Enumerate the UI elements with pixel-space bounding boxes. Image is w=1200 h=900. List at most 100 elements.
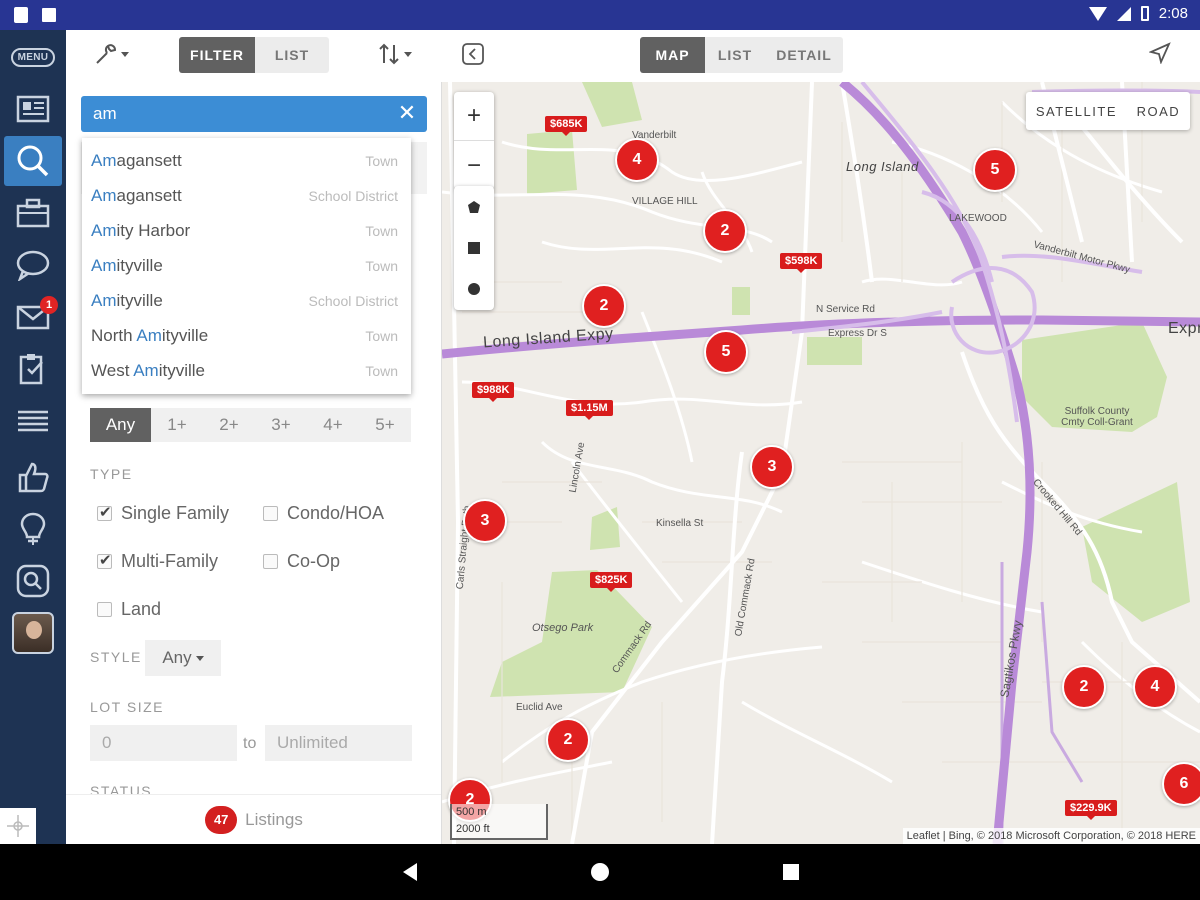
map-label: Otsego Park — [532, 622, 594, 634]
draw-polygon-button[interactable] — [454, 186, 494, 227]
view-toggle: MAP LIST DETAIL — [640, 37, 843, 73]
price-marker[interactable]: $825K — [590, 572, 633, 592]
draw-circle-button[interactable] — [454, 268, 494, 309]
nav-saved-search[interactable] — [4, 556, 62, 606]
satellite-button[interactable]: SATELLITE — [1036, 104, 1117, 119]
cluster-marker[interactable]: 5 — [704, 330, 748, 374]
style-dropdown[interactable]: Any — [145, 640, 221, 676]
briefcase-icon — [16, 198, 50, 228]
beds-option[interactable]: 1+ — [151, 408, 203, 442]
type-co-op[interactable]: Co-Op — [263, 551, 340, 572]
nav-documents[interactable] — [4, 344, 62, 394]
map-label: LAKEWOOD — [949, 213, 1007, 224]
cluster-marker[interactable]: 2 — [1062, 665, 1106, 709]
dashboard-icon — [16, 95, 50, 123]
cluster-marker[interactable]: 4 — [1133, 665, 1177, 709]
map-view[interactable]: Long Island Expy Expre Long Island Otseg… — [442, 82, 1200, 844]
suggestion-item[interactable]: Amity Harbor Town — [82, 212, 411, 247]
cluster-marker[interactable]: 2 — [703, 209, 747, 253]
beds-option[interactable]: Any — [90, 408, 151, 442]
zoom-in-button[interactable]: + — [454, 92, 494, 141]
recents-icon[interactable] — [781, 862, 801, 882]
compass-button[interactable] — [0, 808, 36, 844]
cluster-marker[interactable]: 2 — [546, 718, 590, 762]
nav-list[interactable] — [4, 396, 62, 446]
collapse-left-icon — [462, 43, 484, 65]
nav-dashboard[interactable] — [4, 84, 62, 134]
lot-max-field[interactable]: Unlimited — [265, 725, 412, 761]
suggestion-item[interactable]: Amityville Town — [82, 247, 411, 282]
nav-messages[interactable]: 1 — [4, 292, 62, 342]
price-marker[interactable]: $598K — [780, 253, 823, 273]
suggestion-item[interactable]: Amagansett Town — [82, 142, 411, 177]
lot-size-heading: LOT SIZE — [90, 699, 164, 715]
beds-option[interactable]: 5+ — [359, 408, 411, 442]
suggestion-item[interactable]: Amagansett School District — [82, 177, 411, 212]
nav-chat[interactable] — [4, 240, 62, 290]
suggestion-item[interactable]: North Amityville Town — [82, 317, 411, 352]
list-tab[interactable]: LIST — [255, 37, 329, 73]
type-multi-family[interactable]: Multi-Family — [97, 551, 218, 572]
cluster-marker[interactable]: 2 — [582, 284, 626, 328]
price-marker[interactable]: $229.9K — [1065, 800, 1117, 820]
tools-button[interactable] — [94, 42, 129, 66]
home-icon[interactable] — [590, 862, 610, 882]
price-marker[interactable]: $988K — [472, 382, 515, 402]
cluster-marker[interactable]: 6 — [1162, 762, 1200, 806]
draw-rectangle-button[interactable] — [454, 227, 494, 268]
type-single-family[interactable]: Single Family — [97, 503, 229, 524]
suggestion-kind: School District — [308, 188, 398, 204]
checkbox[interactable] — [97, 551, 112, 569]
suggestion-kind: School District — [308, 293, 398, 309]
checkbox[interactable] — [97, 602, 112, 617]
list-icon — [18, 410, 48, 432]
view-list-tab[interactable]: LIST — [705, 37, 765, 73]
locate-button[interactable] — [1149, 42, 1171, 64]
back-icon[interactable] — [400, 862, 420, 882]
nav-ideas[interactable] — [4, 504, 62, 554]
filter-tab[interactable]: FILTER — [179, 37, 255, 73]
avatar — [12, 612, 54, 654]
price-marker[interactable]: $1.15M — [566, 400, 613, 420]
collapse-panel-button[interactable] — [461, 42, 485, 66]
nav-favorites[interactable] — [4, 452, 62, 502]
cluster-marker[interactable]: 4 — [615, 138, 659, 182]
nav-profile[interactable] — [4, 608, 62, 658]
checkbox[interactable] — [97, 503, 112, 521]
nav-briefcase[interactable] — [4, 188, 62, 238]
detail-tab[interactable]: DETAIL — [765, 37, 843, 73]
lot-min-field[interactable]: 0 — [90, 725, 237, 761]
location-arrow-icon — [1149, 42, 1171, 64]
suggestion-item[interactable]: Amityville School District — [82, 282, 411, 317]
menu-button[interactable]: MENU — [4, 32, 62, 82]
checkbox[interactable] — [263, 554, 278, 569]
cluster-marker[interactable]: 3 — [750, 445, 794, 489]
road-button[interactable]: ROAD — [1137, 104, 1181, 119]
sort-button[interactable] — [377, 42, 412, 66]
beds-option[interactable]: 2+ — [203, 408, 255, 442]
map-label: N Service Rd — [816, 304, 875, 315]
map-tab[interactable]: MAP — [640, 37, 705, 73]
cluster-marker[interactable]: 5 — [973, 148, 1017, 192]
map-layer-toggle: SATELLITE ROAD — [1026, 92, 1190, 130]
map-label: Kinsella St — [656, 518, 704, 529]
beds-option[interactable]: 3+ — [255, 408, 307, 442]
type-land[interactable]: Land — [97, 599, 161, 620]
checkbox[interactable] — [263, 506, 278, 521]
clock: 2:08 — [1158, 5, 1188, 22]
suggestion-kind: Town — [365, 258, 398, 274]
search-input[interactable] — [81, 96, 391, 132]
suggestion-item[interactable]: West Amityville Town — [82, 352, 411, 387]
beds-option[interactable]: 4+ — [307, 408, 359, 442]
price-marker[interactable]: $685K — [545, 116, 588, 136]
cluster-marker[interactable]: 3 — [463, 499, 507, 543]
nav-search[interactable] — [4, 136, 62, 186]
map-scale: 500 m 2000 ft — [450, 804, 548, 840]
toolbar: FILTER LIST MAP LIST DETAIL — [66, 30, 1200, 82]
system-nav-bar — [0, 844, 1200, 900]
listings-footer[interactable]: 47 Listings — [66, 794, 441, 844]
type-condo-hoa[interactable]: Condo/HOA — [263, 503, 384, 524]
clear-search-button[interactable]: ✕ — [395, 101, 419, 125]
suggestion-prefix: West — [91, 361, 134, 380]
zoom-out-button[interactable]: − — [454, 141, 494, 190]
